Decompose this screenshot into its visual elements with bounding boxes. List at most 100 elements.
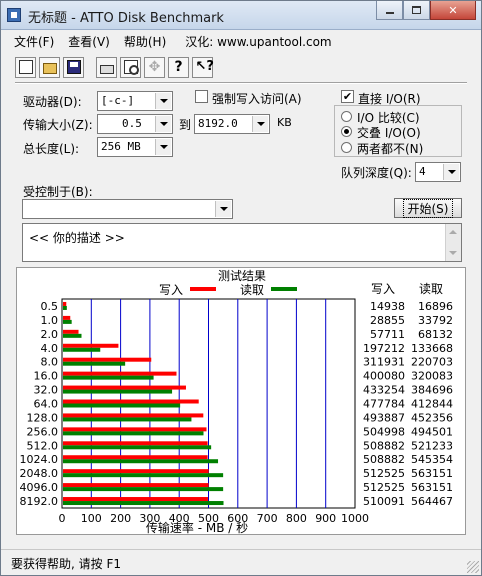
write-value: 510091 <box>363 495 405 508</box>
chevron-down-icon[interactable] <box>215 201 231 217</box>
resize-grip-icon[interactable] <box>467 561 479 573</box>
menu-help[interactable]: 帮助(H) <box>117 33 173 50</box>
kb-unit-label: KB <box>277 116 292 129</box>
transfer-size-label: 传输大小(Z): <box>23 118 93 132</box>
chevron-down-icon[interactable] <box>252 116 268 132</box>
read-value: 452356 <box>411 411 453 424</box>
total-length-select[interactable]: 256 MB <box>97 137 173 157</box>
maximize-button[interactable] <box>403 1 430 20</box>
force-write-checkbox[interactable] <box>195 90 208 103</box>
app-icon <box>7 8 21 22</box>
write-bar <box>63 357 152 362</box>
read-legend-label: 读取 <box>240 283 264 297</box>
write-bar <box>63 441 208 446</box>
to-label: 到 <box>179 118 192 132</box>
write-value: 14938 <box>370 300 405 313</box>
read-bar <box>63 389 173 394</box>
overlapped-io-radio[interactable] <box>341 126 352 137</box>
read-bar <box>63 445 212 450</box>
direct-io-checkbox[interactable]: ✔ <box>341 90 354 103</box>
help-icon: ? <box>174 59 183 75</box>
description-textarea[interactable]: << 你的描述 >> <box>22 223 462 262</box>
scroll-up-icon[interactable] <box>449 230 457 234</box>
open-button[interactable] <box>39 56 60 78</box>
context-help-button[interactable]: ↖? <box>192 56 214 78</box>
title-bar[interactable]: 无标题 - ATTO Disk Benchmark ✕ <box>1 1 481 30</box>
io-compare-radio[interactable] <box>341 111 352 122</box>
write-value: 311931 <box>363 356 405 369</box>
app-window: 无标题 - ATTO Disk Benchmark ✕ 文件(F) 查看(V) … <box>0 0 482 576</box>
x-tick-label: 100 <box>81 512 102 525</box>
chevron-down-icon[interactable] <box>443 164 459 180</box>
status-text: 要获得帮助, 请按 F1 <box>11 557 121 571</box>
x-tick-label: 800 <box>286 512 307 525</box>
read-value: 133668 <box>411 342 453 355</box>
chevron-down-icon[interactable] <box>155 116 171 132</box>
y-tick-label: 8.0 <box>41 356 59 369</box>
write-value: 504998 <box>363 425 405 438</box>
write-column-header: 写入 <box>371 282 395 296</box>
write-value: 477784 <box>363 398 405 411</box>
window-controls: ✕ <box>376 1 476 21</box>
transfer-to-select[interactable]: 8192.0 <box>194 114 270 134</box>
read-bar <box>63 361 126 366</box>
x-tick-label: 700 <box>257 512 278 525</box>
write-value: 493887 <box>363 411 405 424</box>
x-tick-label: 200 <box>110 512 131 525</box>
drive-select[interactable]: [-c-] <box>97 91 173 111</box>
print-preview-icon <box>123 60 139 75</box>
chevron-down-icon[interactable] <box>155 139 171 155</box>
help-button[interactable]: ? <box>168 56 189 78</box>
print-preview-button[interactable] <box>120 56 141 78</box>
menu-credit[interactable]: 汉化: www.upantool.com <box>173 33 338 50</box>
move-button[interactable]: ✥ <box>144 56 165 78</box>
y-tick-label: 0.5 <box>41 300 59 313</box>
new-button[interactable] <box>15 56 36 78</box>
y-tick-label: 2.0 <box>41 328 59 341</box>
write-bar <box>63 329 79 334</box>
write-bar <box>63 399 199 404</box>
y-tick-label: 1.0 <box>41 314 59 327</box>
write-value: 28855 <box>370 314 405 327</box>
y-tick-label: 4096.0 <box>20 481 59 494</box>
queue-depth-value: 4 <box>419 165 426 178</box>
toolbar-divider <box>15 82 467 84</box>
x-tick-label: 1000 <box>341 512 369 525</box>
force-write-label: 强制写入访问(A) <box>212 92 302 106</box>
description-text: << 你的描述 >> <box>29 231 125 245</box>
write-value: 512525 <box>363 481 405 494</box>
read-value: 494501 <box>411 425 453 438</box>
context-help-icon: ↖? <box>195 59 214 74</box>
write-legend-label: 写入 <box>159 283 183 297</box>
write-legend-swatch <box>190 287 216 291</box>
y-tick-label: 16.0 <box>34 370 59 383</box>
controlled-by-select[interactable] <box>22 199 233 219</box>
minimize-button[interactable] <box>376 1 403 20</box>
read-bar <box>63 403 181 408</box>
start-button[interactable]: 开始(S) <box>394 198 462 218</box>
queue-depth-select[interactable]: 4 <box>415 162 461 182</box>
save-button[interactable] <box>63 56 84 78</box>
print-button[interactable] <box>96 56 117 78</box>
y-tick-label: 32.0 <box>34 384 59 397</box>
save-icon <box>66 60 81 74</box>
write-bar <box>63 371 177 376</box>
read-value: 563151 <box>411 467 453 480</box>
write-value: 57711 <box>370 328 405 341</box>
close-button[interactable]: ✕ <box>430 1 476 20</box>
transfer-from-select[interactable]: 0.5 <box>97 114 173 134</box>
start-button-label: 开始(S) <box>402 198 454 218</box>
scroll-down-icon[interactable] <box>449 251 457 255</box>
read-value: 412844 <box>411 398 453 411</box>
menu-file[interactable]: 文件(F) <box>1 33 61 50</box>
read-bar <box>63 417 192 422</box>
menu-view[interactable]: 查看(V) <box>61 33 117 50</box>
description-scrollbar[interactable] <box>445 224 461 261</box>
chevron-down-icon[interactable] <box>155 93 171 109</box>
neither-radio[interactable] <box>341 142 352 153</box>
minimize-icon <box>385 12 394 14</box>
write-bar <box>63 497 208 502</box>
total-length-label: 总长度(L): <box>23 142 80 156</box>
y-tick-labels: 0.51.02.04.08.016.032.064.0128.0256.0512… <box>20 300 59 508</box>
write-bar <box>63 469 209 474</box>
